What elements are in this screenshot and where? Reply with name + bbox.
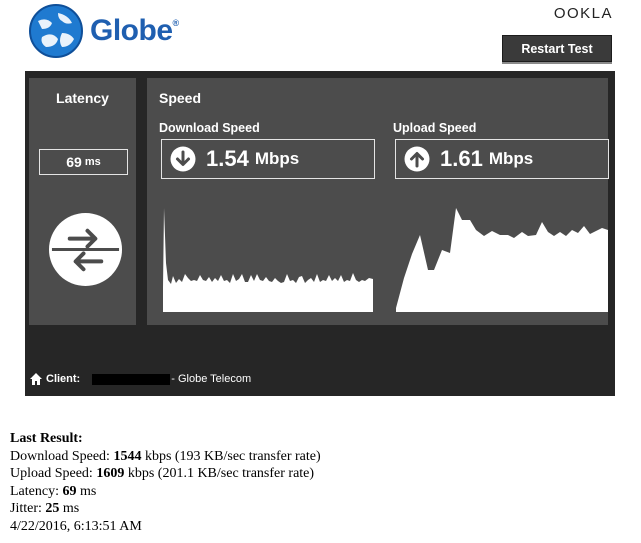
latency-value: 69 xyxy=(66,154,82,170)
latency-section: Latency 69 ms xyxy=(29,78,136,325)
brand-name: Globe® xyxy=(90,14,179,47)
result-upload: Upload Speed: 1609 kbps (201.1 KB/sec tr… xyxy=(10,466,315,482)
speedtest-panel: Latency 69 ms Speed Download Speed Uploa… xyxy=(25,71,615,396)
globe-logo: Globe® xyxy=(28,3,179,59)
download-speed-box: 1.54 Mbps xyxy=(161,139,375,179)
upload-speed-box: 1.61 Mbps xyxy=(395,139,609,179)
upload-speed-graph xyxy=(396,208,608,312)
download-speed-unit: Mbps xyxy=(254,149,300,168)
ookla-logo: OOKLA xyxy=(553,5,613,22)
latency-title: Latency xyxy=(56,90,109,106)
globe-logo-icon xyxy=(29,4,83,58)
latency-unit: ms xyxy=(84,156,101,168)
upload-speed-value: 1.61 xyxy=(440,146,483,171)
home-icon xyxy=(30,373,42,385)
speed-section: Speed Download Speed Upload Speed 1.54 M… xyxy=(147,78,609,325)
redacted-ip xyxy=(92,373,171,385)
speed-title: Speed xyxy=(159,90,202,106)
result-download: Download Speed: 1544 kbps (193 KB/sec tr… xyxy=(10,448,321,464)
upload-speed-title: Upload Speed xyxy=(393,121,477,135)
latency-value-box: 69 ms xyxy=(39,149,128,175)
download-speed-graph xyxy=(163,208,373,312)
client-isp: - Globe Telecom xyxy=(171,373,252,385)
last-result: Last Result: Download Speed: 1544 kbps (… xyxy=(10,430,321,536)
client-info: Client: - Globe Telecom xyxy=(30,373,251,385)
download-speed-title: Download Speed xyxy=(159,121,260,135)
result-latency: Latency: 69 ms xyxy=(10,483,97,499)
result-jitter: Jitter: 25 ms xyxy=(10,501,80,517)
ping-arrows-icon xyxy=(48,212,123,287)
client-label: Client: xyxy=(46,373,81,385)
result-timestamp: 4/22/2016, 6:13:51 AM xyxy=(10,518,142,534)
download-arrow-icon xyxy=(170,146,196,172)
upload-arrow-icon xyxy=(404,146,430,172)
results-heading: Last Result: xyxy=(10,431,83,446)
upload-speed-unit: Mbps xyxy=(488,149,534,168)
download-speed-value: 1.54 xyxy=(206,146,249,171)
restart-test-button[interactable]: Restart Test xyxy=(502,35,612,62)
